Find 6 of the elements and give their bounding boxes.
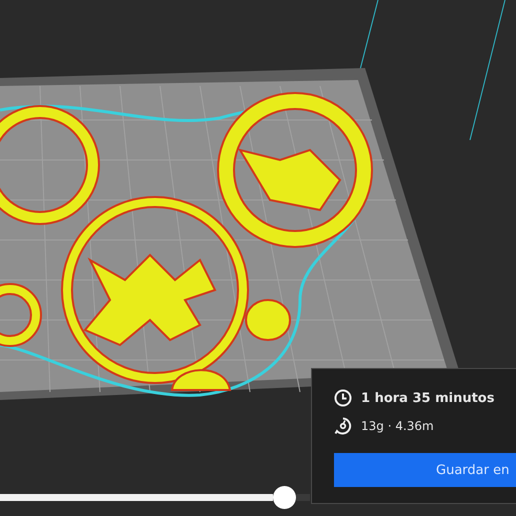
- print-time: 1 hora 35 minutos: [361, 390, 494, 406]
- layer-slider[interactable]: [0, 486, 310, 509]
- spool-icon: [334, 417, 352, 435]
- clock-icon: [334, 389, 352, 407]
- material-usage: 13g · 4.36m: [361, 419, 434, 433]
- save-button[interactable]: Guardar en: [334, 453, 516, 487]
